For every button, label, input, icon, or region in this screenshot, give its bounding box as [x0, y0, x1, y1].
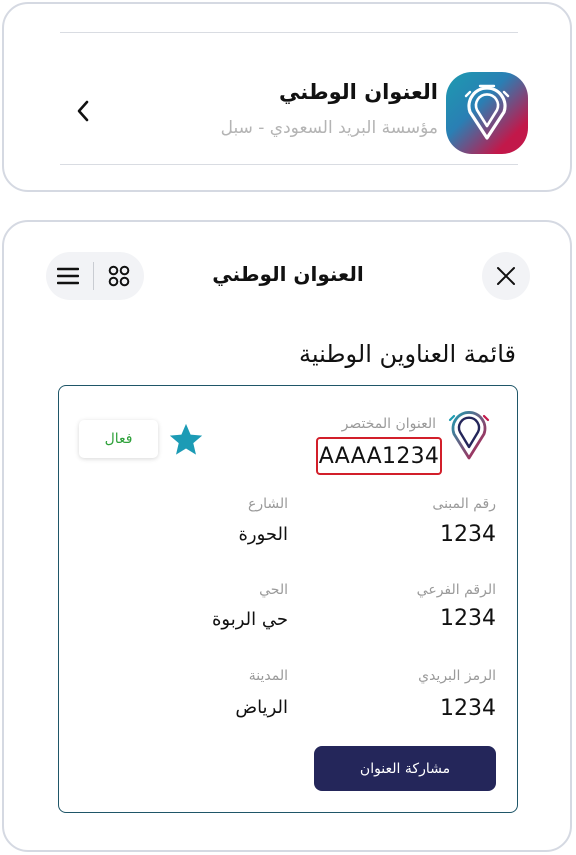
page-heading: قائمة العناوين الوطنية [299, 340, 516, 368]
status-badge: فعال [79, 420, 158, 458]
street-value: الحورة [238, 524, 288, 545]
city-label: المدينة [248, 668, 288, 684]
star-icon[interactable] [167, 421, 205, 459]
share-address-button[interactable]: مشاركة العنوان [314, 746, 496, 791]
app-subtitle: مؤسسة البريد السعودي - سبل [220, 118, 438, 138]
nav-title: العنوان الوطني [212, 262, 364, 286]
divider [60, 164, 518, 165]
building-number-value: 1234 [440, 522, 496, 547]
menu-pill [46, 252, 144, 300]
national-address-pin-icon [446, 72, 528, 154]
city-value: الرياض [235, 697, 288, 718]
close-button[interactable] [482, 252, 530, 300]
short-address-label: العنوان المختصر [341, 416, 436, 432]
menu-button[interactable] [46, 252, 90, 300]
national-address-pin-icon [448, 408, 490, 460]
grid-dots-icon [108, 265, 130, 287]
postal-code-value: 1234 [440, 696, 496, 721]
divider [60, 32, 518, 33]
street-label: الشارع [247, 496, 288, 512]
postal-code-label: الرمز البريدي [418, 668, 496, 684]
district-label: الحي [259, 582, 288, 598]
back-button[interactable] [70, 94, 96, 128]
short-address-code: AAAA1234 [316, 437, 442, 475]
hamburger-menu-icon [57, 267, 79, 285]
district-value: حي الربوة [211, 609, 288, 630]
building-number-label: رقم المبنى [432, 496, 496, 512]
app-title: العنوان الوطني [279, 80, 438, 104]
secondary-number-value: 1234 [440, 606, 496, 631]
secondary-number-label: الرقم الفرعي [416, 582, 496, 598]
chevron-left-icon [77, 100, 89, 122]
close-icon [497, 267, 515, 285]
pill-divider [93, 262, 94, 290]
apps-button[interactable] [97, 252, 141, 300]
